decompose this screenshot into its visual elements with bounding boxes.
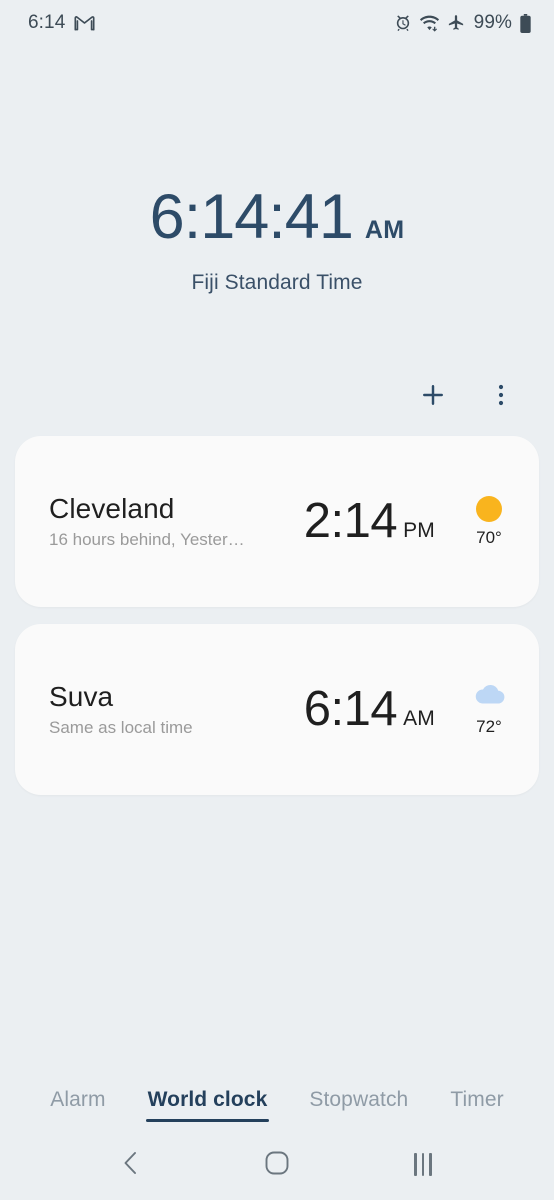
status-bar: 6:14 99% (0, 0, 554, 46)
city-weather: 70° (461, 495, 517, 548)
city-card-suva[interactable]: Suva Same as local time 6:14 AM 72° (15, 624, 539, 795)
city-time: 6:14 AM (304, 685, 435, 734)
sun-icon (476, 495, 502, 522)
wifi-icon (419, 14, 440, 32)
system-navigation-bar (0, 1128, 554, 1200)
status-bar-right: 99% (394, 12, 532, 34)
add-city-button[interactable] (410, 373, 456, 419)
home-icon (264, 1150, 290, 1179)
back-button[interactable] (99, 1138, 163, 1190)
plus-icon (419, 381, 447, 412)
alarm-icon (394, 14, 412, 32)
current-time-header: 6:14:41 AM Fiji Standard Time (0, 46, 554, 295)
city-name: Cleveland (49, 492, 175, 524)
city-weather: 72° (461, 682, 517, 737)
tab-timer[interactable]: Timer (448, 1082, 505, 1122)
bottom-tab-bar: Alarm World clock Stopwatch Timer (0, 1082, 554, 1122)
city-time-value: 2:14 (303, 494, 398, 548)
city-offset-label: Same as local time (49, 718, 193, 738)
action-bar (0, 373, 554, 419)
city-info: Suva Same as local time (49, 681, 304, 738)
battery-percent-label: 99% (473, 12, 512, 33)
current-time-value: 6:14:41 (149, 182, 354, 252)
gmail-icon (74, 15, 95, 31)
city-temperature: 72° (476, 717, 502, 736)
overflow-menu-icon (490, 382, 512, 411)
city-temperature: 70° (476, 527, 502, 547)
city-offset-label: 16 hours behind, Yester… (49, 530, 245, 550)
city-time-meridiem: PM (403, 519, 435, 542)
city-time: 2:14 PM (304, 497, 435, 546)
cloud-icon (472, 682, 506, 711)
current-time-meridiem: AM (364, 216, 405, 244)
current-time: 6:14:41 AM (0, 186, 554, 249)
status-bar-clock: 6:14 (28, 12, 66, 33)
home-button[interactable] (245, 1138, 309, 1190)
city-name: Suva (49, 680, 114, 712)
battery-icon (519, 13, 532, 33)
status-bar-left: 6:14 (28, 12, 95, 34)
clock-app-screen: 6:14 99% 6:14:41 AM Fiji Standard Time C… (0, 0, 554, 1200)
recents-icon (414, 1152, 432, 1176)
more-options-button[interactable] (478, 373, 524, 419)
tab-world-clock[interactable]: World clock (145, 1082, 270, 1122)
tab-stopwatch[interactable]: Stopwatch (307, 1082, 410, 1122)
recents-button[interactable] (391, 1138, 455, 1190)
world-clock-list: Cleveland 16 hours behind, Yester… 2:14 … (0, 436, 554, 795)
back-icon (120, 1150, 142, 1179)
city-time-meridiem: AM (403, 707, 435, 730)
tab-alarm[interactable]: Alarm (48, 1082, 107, 1122)
city-time-value: 6:14 (303, 682, 398, 736)
airplane-mode-icon (447, 14, 465, 32)
city-info: Cleveland 16 hours behind, Yester… (49, 493, 304, 550)
city-card-cleveland[interactable]: Cleveland 16 hours behind, Yester… 2:14 … (15, 436, 539, 607)
current-timezone-label: Fiji Standard Time (191, 271, 363, 294)
